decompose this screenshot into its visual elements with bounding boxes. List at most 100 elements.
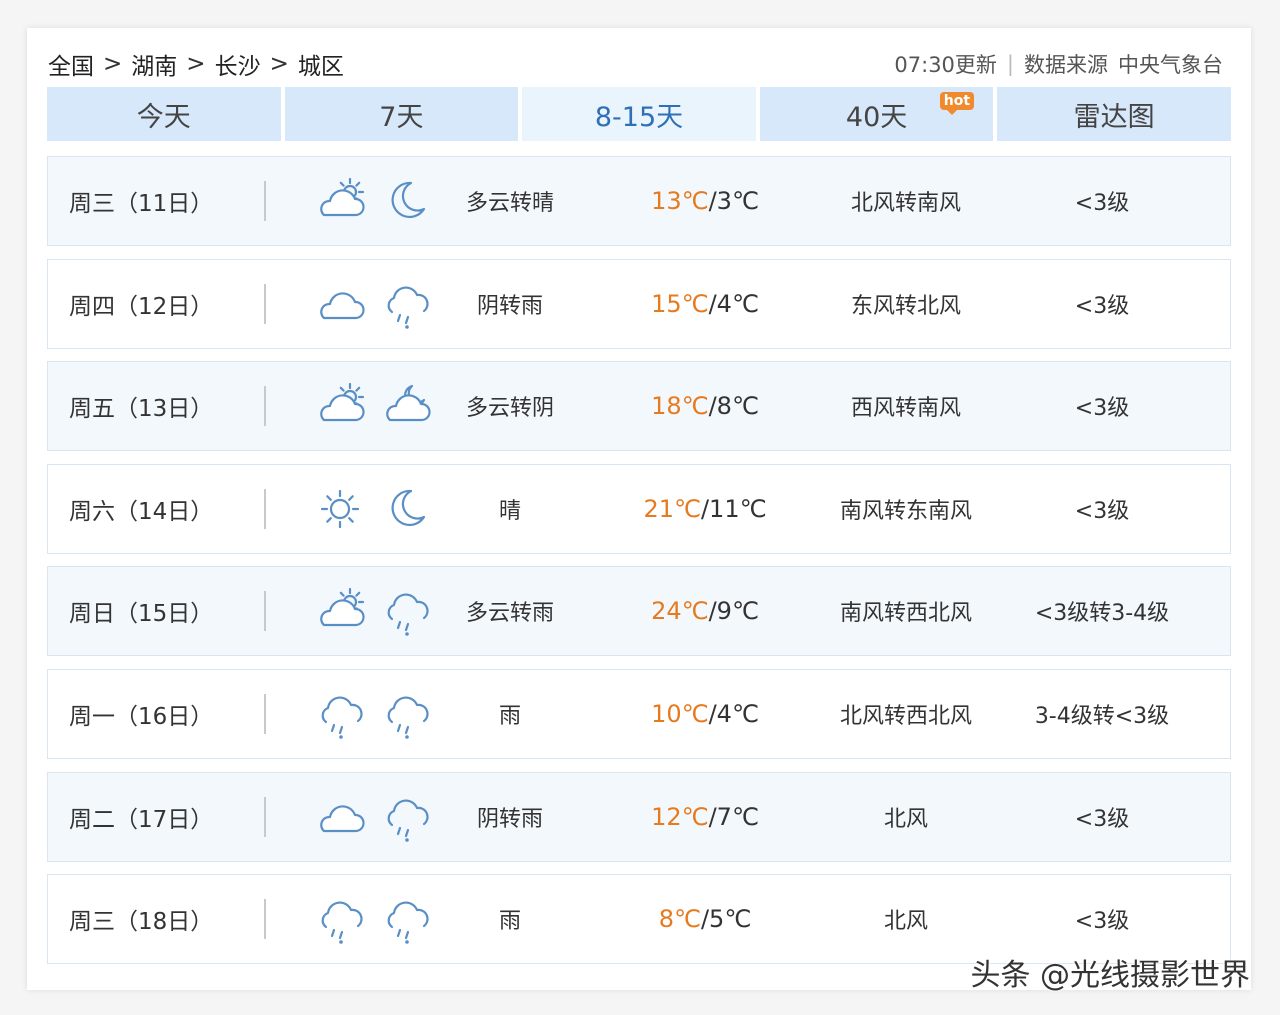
weather-description: 多云转晴 bbox=[465, 191, 554, 216]
row-divider bbox=[264, 386, 266, 427]
temp-low: 11℃ bbox=[709, 494, 767, 523]
forecast-row: 周六（14日） 晴 21℃/11℃ 南风转东南风 <3级 bbox=[47, 463, 1231, 554]
row-divider bbox=[264, 591, 266, 632]
wind-direction: 南风转西北风 bbox=[839, 601, 972, 627]
hot-badge: hot bbox=[939, 92, 975, 115]
wind-direction: 南风转东南风 bbox=[839, 498, 972, 524]
temperature-range: 15℃/4℃ bbox=[584, 290, 826, 318]
weather-icons bbox=[312, 380, 436, 432]
day-date: 周三（18日） bbox=[69, 909, 214, 936]
update-divider: | bbox=[1006, 52, 1014, 76]
forecast-row: 周一（16日） 雨 10℃/4℃ 北风转西北风 3-4级转<3级 bbox=[47, 668, 1231, 759]
forecast-row: 周日（15日） 多云转雨 24℃/9℃ 南风转西北风 <3级转3-4级 bbox=[47, 566, 1231, 657]
temperature-range: 8℃/5℃ bbox=[584, 905, 826, 933]
wind-direction: 西风转南风 bbox=[850, 396, 961, 422]
rain-icon bbox=[321, 696, 363, 739]
temp-high: 12℃ bbox=[651, 802, 709, 831]
tab-label: 8-15天 bbox=[594, 101, 684, 133]
tab-label: 7天 bbox=[379, 101, 424, 133]
row-divider bbox=[264, 488, 266, 529]
temp-separator: / bbox=[708, 802, 717, 831]
partly-cloudy-day-icon bbox=[320, 588, 365, 627]
row-divider bbox=[264, 693, 266, 734]
breadcrumb-country[interactable]: 全国 bbox=[48, 47, 94, 81]
forecast-row: 周五（13日） 多云转阴 18℃/8℃ 西风转南风 <3级 bbox=[47, 361, 1231, 452]
cloudy-icon bbox=[320, 804, 365, 832]
temp-low: 5℃ bbox=[709, 905, 752, 934]
moon-icon bbox=[391, 181, 426, 219]
rain-icon bbox=[321, 901, 363, 944]
weather-icons bbox=[312, 175, 436, 227]
tab-today[interactable]: 今天 bbox=[47, 87, 281, 141]
weather-description: 雨 bbox=[498, 703, 521, 729]
day-date: 周六（14日） bbox=[69, 498, 214, 525]
tab-label: 40天 bbox=[845, 101, 908, 133]
row-divider bbox=[264, 796, 266, 837]
weather-description: 阴转雨 bbox=[476, 293, 543, 319]
day-date: 周四（12日） bbox=[69, 293, 214, 320]
tab-label: 雷达图 bbox=[1073, 101, 1155, 133]
temperature-range: 12℃/7℃ bbox=[584, 803, 826, 831]
row-divider bbox=[264, 283, 266, 324]
temperature-range: 10℃/4℃ bbox=[584, 700, 826, 728]
temp-high: 15℃ bbox=[651, 289, 709, 318]
weather-description: 晴 bbox=[498, 498, 521, 524]
temperature-range: 21℃/11℃ bbox=[584, 495, 826, 523]
tab-40-days[interactable]: 40天 hot bbox=[759, 87, 994, 141]
breadcrumb-city[interactable]: 长沙 bbox=[215, 47, 261, 81]
wind-level: 3-4级转<3级 bbox=[1034, 703, 1170, 729]
rain-icon bbox=[387, 799, 429, 842]
sun-icon bbox=[320, 489, 360, 528]
tab-8-15-days[interactable]: 8-15天 bbox=[522, 87, 756, 141]
temp-low: 4℃ bbox=[716, 289, 759, 318]
breadcrumb-province[interactable]: 湖南 bbox=[131, 47, 177, 81]
rain-icon bbox=[387, 593, 429, 637]
weather-icons bbox=[312, 278, 436, 330]
temp-high: 18℃ bbox=[651, 392, 709, 421]
breadcrumb-separator: > bbox=[269, 51, 289, 77]
temp-low: 4℃ bbox=[716, 699, 759, 728]
weather-description: 阴转雨 bbox=[476, 806, 543, 832]
wind-level: <3级 bbox=[1074, 396, 1130, 422]
day-date: 周二（17日） bbox=[69, 806, 214, 833]
weather-icons bbox=[312, 585, 436, 637]
partly-cloudy-night-icon bbox=[386, 385, 431, 422]
forecast-row: 周二（17日） 阴转雨 12℃/7℃ 北风 <3级 bbox=[47, 771, 1231, 862]
temperature-range: 24℃/9℃ bbox=[584, 597, 826, 625]
temp-high: 10℃ bbox=[651, 699, 709, 728]
wind-level: <3级 bbox=[1074, 498, 1130, 524]
day-date: 周日（15日） bbox=[69, 601, 214, 628]
wind-direction: 北风转南风 bbox=[850, 191, 961, 216]
forecast-card: 全国 > 湖南 > 长沙 > 城区 07:30更新 | 数据来源 中央气象台 今… bbox=[27, 28, 1251, 990]
temp-high: 24℃ bbox=[651, 597, 709, 626]
wind-level: <3级 bbox=[1074, 909, 1130, 935]
forecast-row: 周四（12日） 阴转雨 15℃/4℃ 东风转北风 <3级 bbox=[47, 258, 1231, 349]
temperature-range: 18℃/8℃ bbox=[584, 392, 826, 420]
row-divider bbox=[264, 899, 266, 940]
breadcrumb-separator: > bbox=[186, 51, 206, 77]
temp-separator: / bbox=[708, 289, 717, 318]
cloudy-icon bbox=[320, 291, 365, 319]
tab-radar[interactable]: 雷达图 bbox=[997, 87, 1231, 141]
rain-icon bbox=[387, 286, 429, 329]
weather-icons bbox=[312, 688, 436, 740]
temp-high: 13℃ bbox=[651, 187, 709, 215]
temp-separator: / bbox=[700, 905, 710, 934]
day-date: 周一（16日） bbox=[69, 703, 214, 730]
forecast-tabs: 今天 7天 8-15天 40天 hot 雷达图 bbox=[47, 87, 1231, 141]
partly-cloudy-day-icon bbox=[320, 177, 365, 217]
breadcrumb-district: 城区 bbox=[297, 54, 344, 80]
temp-separator: / bbox=[708, 187, 717, 215]
moon-icon bbox=[391, 489, 426, 526]
rain-icon bbox=[387, 901, 429, 944]
weather-icons bbox=[312, 893, 436, 945]
wind-direction: 北风转西北风 bbox=[839, 703, 972, 729]
temp-low: 7℃ bbox=[716, 802, 759, 831]
temp-separator: / bbox=[708, 392, 717, 421]
wind-direction: 北风 bbox=[883, 806, 928, 832]
forecast-list: 周三（11日） 多云转晴 13℃/3℃ 北风转南风 <3级 周四（12日） 阴转雨 15℃/4… bbox=[47, 156, 1231, 977]
tab-7-days[interactable]: 7天 bbox=[284, 87, 519, 141]
update-time: 07:30更新 bbox=[894, 53, 997, 77]
source-label: 数据来源 bbox=[1024, 53, 1108, 77]
watermark: 头条 @光线摄影世界 bbox=[970, 958, 1250, 993]
